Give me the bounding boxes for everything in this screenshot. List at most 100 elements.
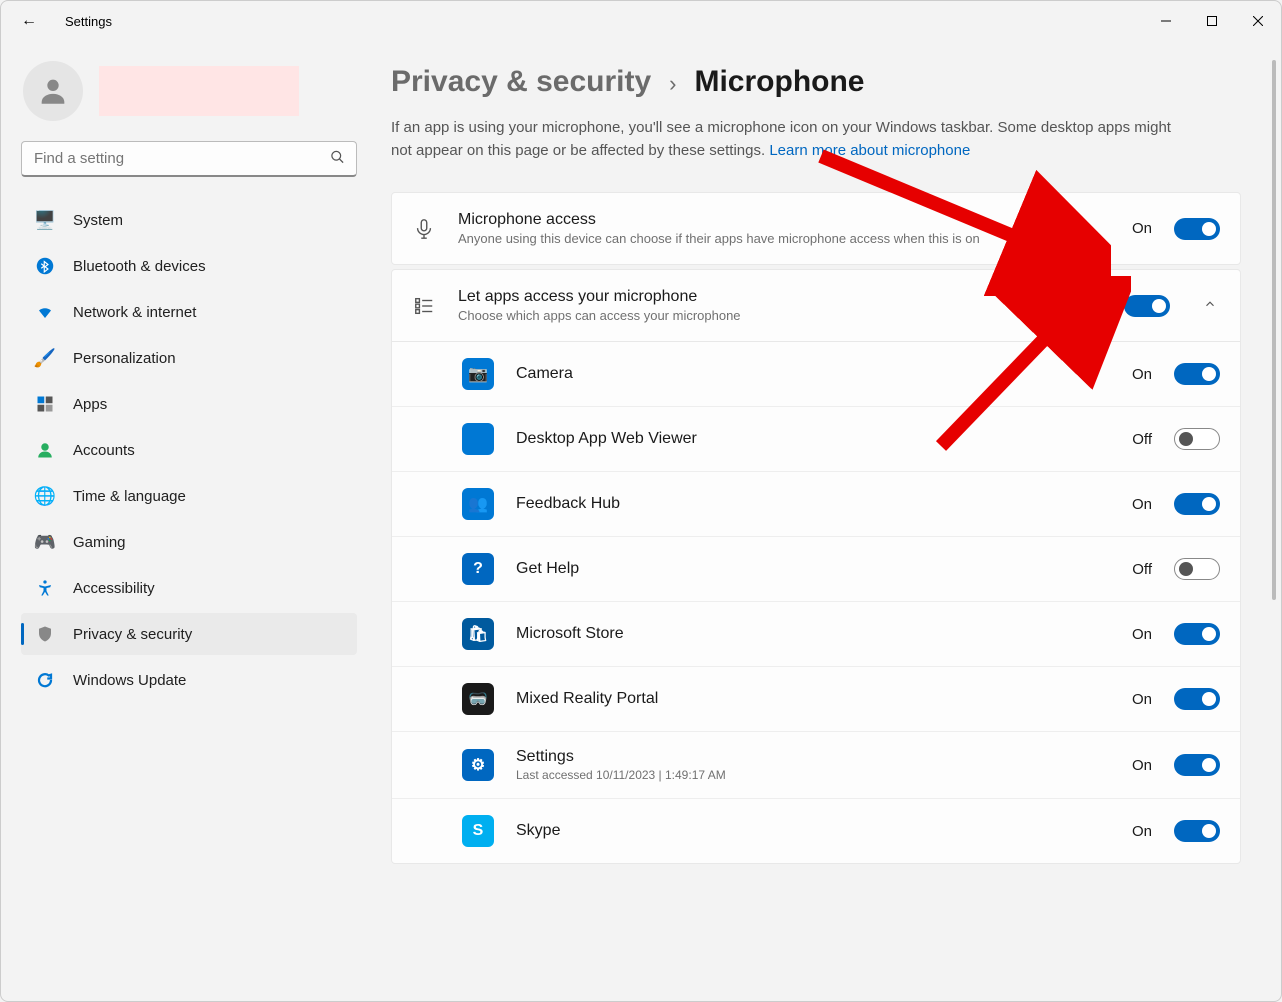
search-box <box>21 141 357 177</box>
system-icon: 🖥️ <box>35 210 55 230</box>
app-row: 🥽 Mixed Reality Portal On <box>392 667 1240 732</box>
close-button[interactable] <box>1235 5 1281 37</box>
sidebar-item-accessibility[interactable]: Accessibility <box>21 567 357 609</box>
bluetooth-icon <box>35 256 55 276</box>
wifi-icon <box>35 302 55 322</box>
maximize-button[interactable] <box>1189 5 1235 37</box>
learn-more-link[interactable]: Learn more about microphone <box>769 142 970 159</box>
app-title: Settings <box>65 14 112 29</box>
app-name: Settings <box>516 748 1110 766</box>
main-content: Privacy & security › Microphone If an ap… <box>371 41 1281 1001</box>
app-icon: S <box>462 815 494 847</box>
sidebar-item-network[interactable]: Network & internet <box>21 291 357 333</box>
sidebar: 🖥️ System Bluetooth & devices Network & … <box>1 41 371 1001</box>
sidebar-item-system[interactable]: 🖥️ System <box>21 199 357 241</box>
toggle-state-label: On <box>1132 757 1152 774</box>
sidebar-item-label: Accessibility <box>73 580 155 597</box>
app-icon: 🥽 <box>462 683 494 715</box>
scrollbar[interactable] <box>1270 40 1278 980</box>
app-row: 👥Feedback HubOn <box>392 472 1240 537</box>
gamepad-icon: 🎮 <box>35 532 55 552</box>
sidebar-item-accounts[interactable]: Accounts <box>21 429 357 471</box>
sidebar-item-time-language[interactable]: 🌐 Time & language <box>21 475 357 517</box>
avatar <box>23 61 83 121</box>
update-icon <box>35 670 55 690</box>
app-icon: ? <box>462 553 494 585</box>
sidebar-item-label: Windows Update <box>73 672 186 689</box>
sidebar-item-privacy-security[interactable]: Privacy & security <box>21 613 357 655</box>
sidebar-item-label: Accounts <box>73 442 135 459</box>
app-icon <box>462 423 494 455</box>
sidebar-item-label: Network & internet <box>73 304 196 321</box>
app-last-accessed: Last accessed 10/11/2023 | 1:49:17 AM <box>516 768 1110 782</box>
app-icon: 📷 <box>462 358 494 390</box>
app-toggle[interactable] <box>1174 558 1220 580</box>
app-row: ⚙SettingsLast accessed 10/11/2023 | 1:49… <box>392 732 1240 799</box>
breadcrumb: Privacy & security › Microphone <box>391 65 1241 99</box>
app-toggle[interactable] <box>1174 820 1220 842</box>
microphone-access-toggle[interactable] <box>1174 218 1220 240</box>
card-subtitle: Anyone using this device can choose if t… <box>458 231 1110 246</box>
search-icon[interactable] <box>330 150 345 169</box>
app-name: Feedback Hub <box>516 495 1110 513</box>
scrollbar-thumb[interactable] <box>1272 60 1276 600</box>
app-toggle[interactable] <box>1174 428 1220 450</box>
apps-icon <box>35 394 55 414</box>
sidebar-item-label: Time & language <box>73 488 186 505</box>
sidebar-item-apps[interactable]: Apps <box>21 383 357 425</box>
toggle-state-label: Off <box>1132 431 1152 448</box>
app-row: 🛍Microsoft StoreOn <box>392 602 1240 667</box>
let-apps-toggle[interactable] <box>1124 295 1170 317</box>
minimize-button[interactable] <box>1143 5 1189 37</box>
intro-text: If an app is using your microphone, you'… <box>391 117 1191 162</box>
app-name: Mixed Reality Portal <box>516 690 1110 708</box>
toggle-state-label: On <box>1132 691 1152 708</box>
sidebar-item-gaming[interactable]: 🎮 Gaming <box>21 521 357 563</box>
sidebar-item-label: Privacy & security <box>73 626 192 643</box>
shield-icon <box>35 624 55 644</box>
card-subtitle: Choose which apps can access your microp… <box>458 308 1060 323</box>
settings-window: ← Settings <box>0 0 1282 1002</box>
app-name: Desktop App Web Viewer <box>516 430 1110 448</box>
toggle-state-label: On <box>1132 220 1152 237</box>
sidebar-item-bluetooth[interactable]: Bluetooth & devices <box>21 245 357 287</box>
app-toggle[interactable] <box>1174 363 1220 385</box>
nav-list: 🖥️ System Bluetooth & devices Network & … <box>21 199 357 701</box>
person-icon <box>35 440 55 460</box>
toggle-state-label: On <box>1082 297 1102 314</box>
microphone-icon <box>412 218 436 240</box>
chevron-up-icon[interactable] <box>1200 297 1220 314</box>
page-title: Microphone <box>694 65 864 99</box>
app-toggle[interactable] <box>1174 623 1220 645</box>
user-block[interactable] <box>23 61 357 121</box>
sidebar-item-personalization[interactable]: 🖌️ Personalization <box>21 337 357 379</box>
brush-icon: 🖌️ <box>35 348 55 368</box>
app-icon: 👥 <box>462 488 494 520</box>
app-name: Camera <box>516 365 1110 383</box>
sidebar-item-label: System <box>73 212 123 229</box>
app-row: 📷 Camera On <box>392 342 1240 407</box>
app-name: Skype <box>516 822 1110 840</box>
chevron-right-icon: › <box>669 71 676 97</box>
breadcrumb-parent[interactable]: Privacy & security <box>391 65 651 99</box>
globe-clock-icon: 🌐 <box>35 486 55 506</box>
app-toggle[interactable] <box>1174 493 1220 515</box>
app-toggle[interactable] <box>1174 754 1220 776</box>
toggle-state-label: On <box>1132 366 1152 383</box>
app-row: Desktop App Web Viewer Off <box>392 407 1240 472</box>
toggle-state-label: Off <box>1132 561 1152 578</box>
let-apps-card: Let apps access your microphone Choose w… <box>391 269 1241 864</box>
accessibility-icon <box>35 578 55 598</box>
titlebar: ← Settings <box>1 1 1281 41</box>
app-toggle[interactable] <box>1174 688 1220 710</box>
search-input[interactable] <box>21 141 357 177</box>
app-row: SSkypeOn <box>392 799 1240 863</box>
sidebar-item-label: Apps <box>73 396 107 413</box>
microphone-access-card[interactable]: Microphone access Anyone using this devi… <box>391 192 1241 265</box>
list-icon <box>412 295 436 317</box>
back-button[interactable]: ← <box>21 12 37 30</box>
card-title: Let apps access your microphone <box>458 288 1060 306</box>
sidebar-item-windows-update[interactable]: Windows Update <box>21 659 357 701</box>
toggle-state-label: On <box>1132 626 1152 643</box>
let-apps-header[interactable]: Let apps access your microphone Choose w… <box>392 270 1240 341</box>
